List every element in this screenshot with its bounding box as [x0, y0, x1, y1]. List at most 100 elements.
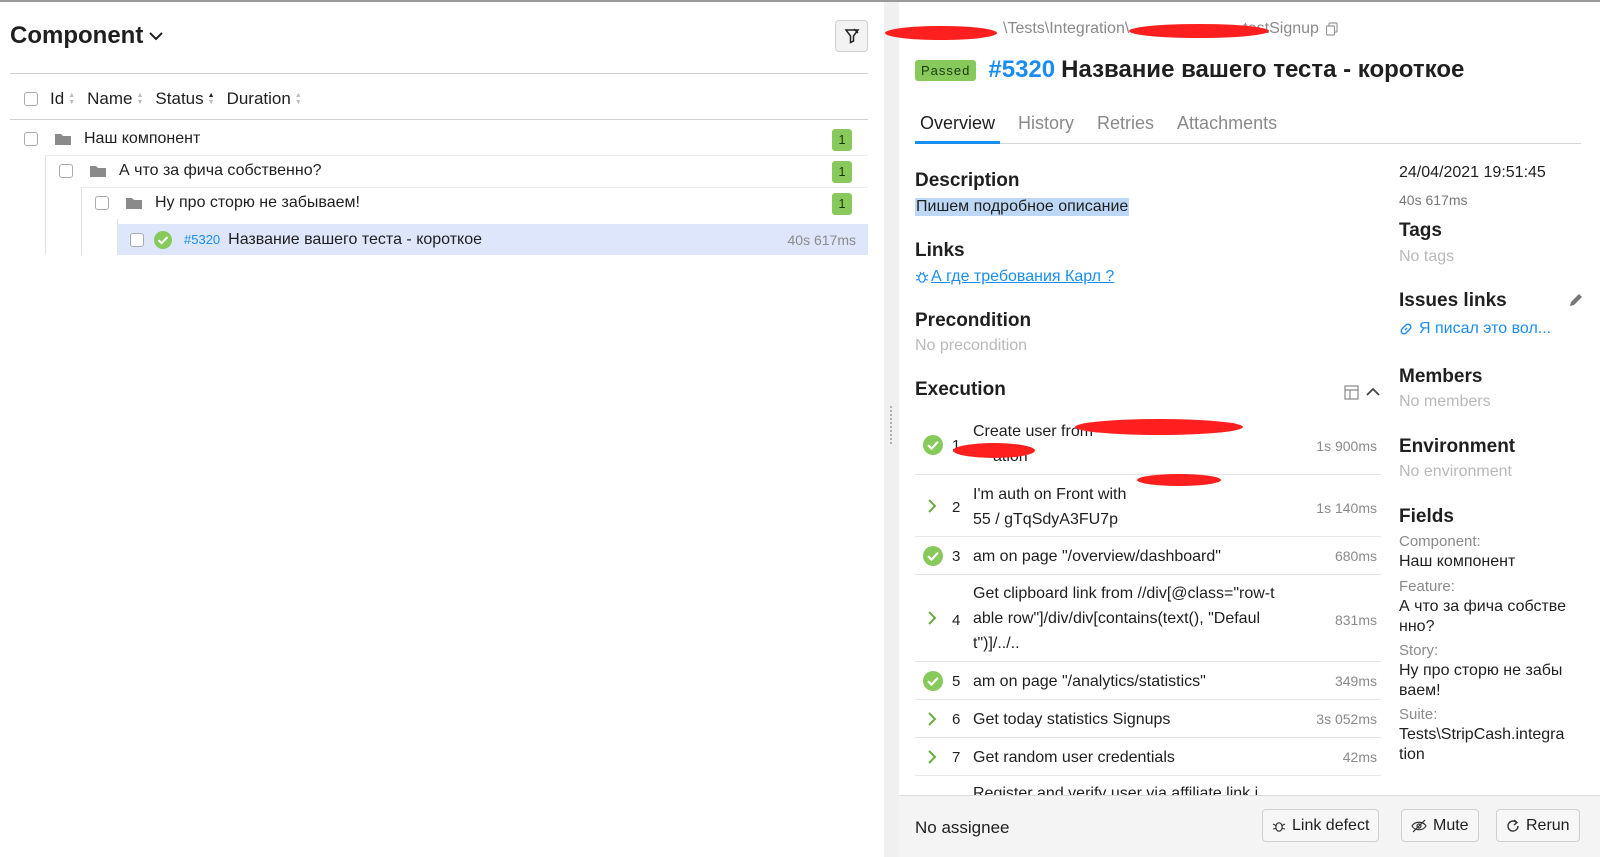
collapse-icon[interactable] [1366, 387, 1380, 397]
step-number: 3 [952, 548, 961, 565]
column-duration[interactable]: Duration ▲ ▼ [227, 89, 302, 109]
tree-label: Наш компонент [84, 130, 201, 147]
passed-status-icon [923, 435, 943, 455]
step-text: I'm auth on Front with [973, 486, 1127, 503]
step-text: am on page "/overview/dashboard" [973, 548, 1221, 565]
tree-group-component[interactable]: Наш компонент 1 [10, 123, 868, 155]
step-text: am on page "/analytics/statistics" [973, 673, 1206, 690]
status-badge: Passed [915, 59, 977, 81]
step-duration: 349ms [1334, 673, 1377, 689]
row-checkbox[interactable] [95, 196, 109, 210]
step-row[interactable]: Register and verify user via affiliate l… [915, 776, 1381, 797]
step-number: 2 [952, 499, 961, 516]
run-duration: 40s 617ms [1399, 192, 1468, 208]
row-checkbox[interactable] [24, 132, 38, 146]
passed-status-icon [154, 230, 172, 249]
tree-label: А что за фича собственно? [119, 162, 322, 179]
tab-history[interactable]: History [1013, 110, 1079, 144]
layout-toggle-icon[interactable] [1344, 385, 1359, 400]
tab-retries[interactable]: Retries [1092, 110, 1159, 144]
step-row[interactable]: 2 I'm auth on Front with 55 / gTqSdyA3FU… [915, 475, 1381, 537]
count-badge: 1 [832, 193, 852, 215]
step-row[interactable]: 6 Get today statistics Signups 3s 052ms [915, 700, 1381, 738]
rerun-button[interactable]: Rerun [1496, 809, 1580, 842]
assignee-selector[interactable]: No assignee [915, 818, 1010, 838]
grouping-selector[interactable]: Component [10, 22, 164, 50]
issue-link[interactable]: Я писал это вол... [1399, 320, 1551, 338]
passed-status-icon [923, 546, 943, 566]
link-defect-label: Link defect [1292, 816, 1370, 834]
drag-handle-icon[interactable] [889, 405, 893, 445]
selected-test-row[interactable]: #5320 Название вашего теста - короткое 4… [118, 224, 868, 255]
run-date: 24/04/2021 19:51:45 [1399, 164, 1546, 181]
link-icon [1400, 323, 1412, 335]
step-duration: 1s 900ms [1316, 438, 1377, 454]
row-checkbox[interactable] [130, 232, 144, 247]
column-header-row: Id ▲ ▼ Name ▲ ▼ Status ▲ ▼ Duration ▲ ▼ [10, 88, 302, 110]
rerun-label: Rerun [1526, 816, 1570, 834]
redaction-mark [1137, 474, 1221, 486]
members-empty: No members [1399, 393, 1491, 410]
redaction-mark [885, 26, 997, 40]
count-badge: 1 [832, 129, 852, 151]
step-number: 6 [952, 711, 961, 728]
header-bottom-divider [10, 119, 868, 120]
refresh-icon [1507, 818, 1519, 832]
redaction-mark [953, 443, 1035, 458]
field-value: А что за фича собстве нно? [1399, 598, 1567, 635]
field-label: Feature: [1399, 578, 1455, 595]
step-row[interactable]: 7 Get random user credentials 42ms [915, 738, 1381, 776]
sort-icon: ▲ ▼ [68, 92, 76, 106]
precondition-heading: Precondition [915, 310, 1032, 331]
column-name[interactable]: Name ▲ ▼ [87, 89, 143, 109]
chevron-right-icon[interactable] [927, 711, 937, 727]
copy-icon[interactable] [1325, 22, 1339, 36]
chevron-right-icon[interactable] [927, 498, 937, 514]
issue-text: Я писал это вол... [1419, 320, 1552, 337]
chevron-right-icon[interactable] [927, 749, 937, 765]
step-duration: 3s 052ms [1316, 711, 1377, 727]
edit-icon[interactable] [1568, 292, 1584, 308]
select-all-checkbox[interactable] [24, 92, 38, 106]
row-checkbox[interactable] [59, 164, 73, 178]
members-heading: Members [1399, 366, 1483, 387]
step-number: 5 [952, 673, 961, 690]
chevron-right-icon[interactable] [927, 610, 937, 626]
mute-label: Mute [1433, 816, 1469, 834]
tree-group-story[interactable]: Ну про сторю не забываем! 1 [81, 187, 868, 219]
requirement-link[interactable]: А где требования Карл ? [915, 268, 1114, 286]
mute-button[interactable]: Mute [1401, 809, 1479, 842]
tree-group-feature[interactable]: А что за фича собственно? 1 [45, 155, 868, 187]
fields-heading: Fields [1399, 506, 1454, 527]
test-title: Passed #5320 Название вашего теста - кор… [915, 56, 1464, 84]
description-heading: Description [915, 170, 1020, 191]
folder-icon [55, 134, 71, 145]
folder-icon [90, 166, 106, 177]
step-row[interactable]: 5 am on page "/analytics/statistics" 349… [915, 662, 1381, 700]
bug-icon [915, 271, 929, 283]
tags-heading: Tags [1399, 220, 1442, 241]
passed-status-icon [923, 671, 943, 691]
tags-empty: No tags [1399, 248, 1455, 265]
link-text: А где требования Карл ? [931, 268, 1115, 285]
execution-heading: Execution [915, 379, 1006, 400]
step-row[interactable]: 3 am on page "/overview/dashboard" 680ms [915, 537, 1381, 575]
step-text-extra: 55 / gTqSdyA3FU7p [973, 511, 1118, 528]
filter-button[interactable] [835, 20, 868, 52]
tab-attachments[interactable]: Attachments [1172, 110, 1282, 144]
field-label: Suite: [1399, 706, 1438, 723]
column-id[interactable]: Id ▲ ▼ [50, 89, 75, 109]
step-text: Get clipboard link from //div[@class="ro… [973, 585, 1275, 652]
field-value: Наш компонент [1399, 553, 1516, 570]
breadcrumb-middle: \Tests\Integration\ [1003, 20, 1130, 37]
folder-icon [126, 198, 142, 209]
tab-overview[interactable]: Overview [915, 110, 1001, 144]
field-value: Tests\StripCash.integra tion [1399, 726, 1565, 763]
column-status[interactable]: Status ▲ ▼ [155, 89, 214, 109]
sort-icon: ▲ ▼ [294, 92, 302, 106]
detail-tabs: Overview History Retries Attachments [915, 110, 1581, 144]
tree-label: Ну про сторю не забываем! [155, 194, 360, 211]
link-defect-button[interactable]: Link defect [1262, 809, 1380, 842]
step-row[interactable]: 4 Get clipboard link from //div[@class="… [915, 575, 1381, 662]
sort-icon: ▲ ▼ [136, 92, 144, 106]
